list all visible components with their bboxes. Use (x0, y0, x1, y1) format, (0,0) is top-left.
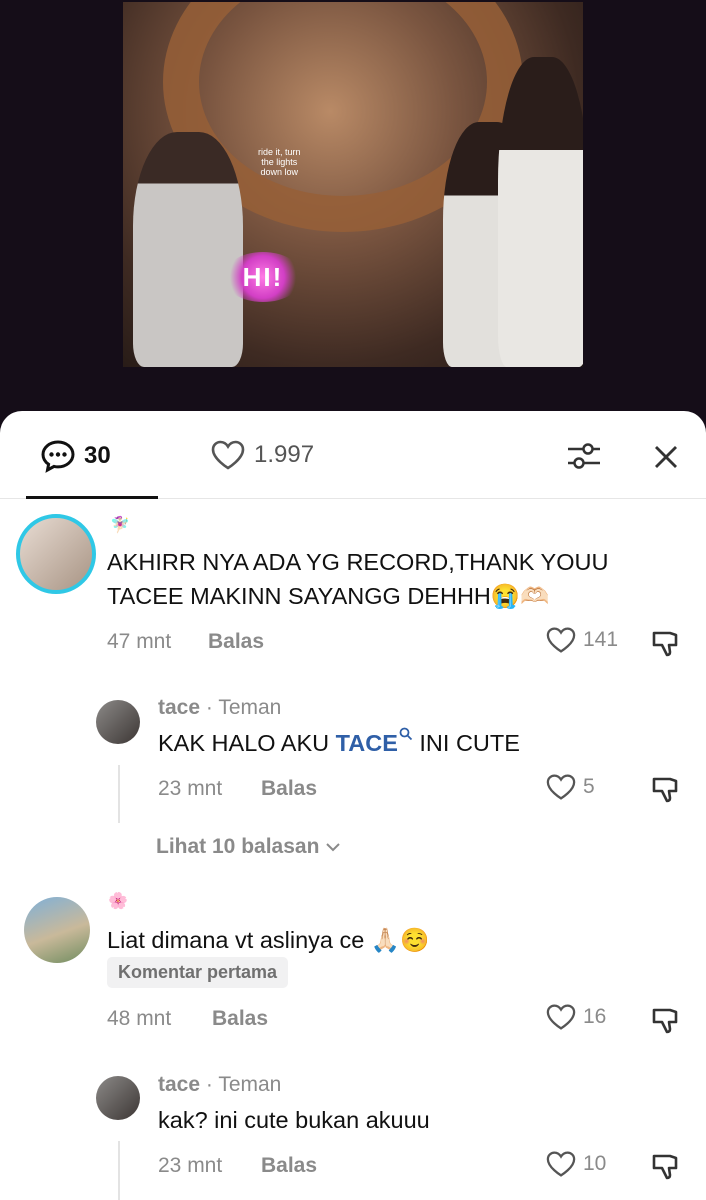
user-flair: 🧚🏻‍♀️ (110, 517, 130, 534)
sliders-icon (568, 443, 600, 469)
close-icon (655, 446, 677, 468)
thumbs-down-icon (652, 1154, 678, 1180)
tab-likes[interactable]: 1.997 (210, 439, 314, 471)
chevron-down-icon (326, 843, 340, 852)
video-person (498, 57, 583, 367)
heart-icon (546, 627, 576, 653)
tag-text: TACE (335, 730, 398, 756)
view-replies-button[interactable]: Lihat 10 balasan (156, 835, 341, 859)
first-comment-badge: Komentar pertama (107, 957, 289, 988)
lyric-line: ride it, turn (258, 147, 301, 157)
avatar[interactable] (16, 514, 96, 594)
comment-like-button[interactable]: 141 (545, 626, 618, 654)
dislike-button[interactable] (650, 1004, 682, 1041)
thumbs-down-icon (652, 777, 678, 803)
avatar[interactable] (96, 1076, 140, 1120)
comment-time: 48 mnt (107, 1007, 172, 1030)
reply-text: KAK HALO AKU TACE INI CUTE (158, 726, 520, 760)
user-flair: 🌸 (108, 893, 128, 910)
dislike-button[interactable] (650, 773, 682, 810)
author-name[interactable]: tace (158, 696, 200, 719)
filter-button[interactable] (566, 441, 602, 471)
thumbs-down-icon (652, 1008, 678, 1034)
dislike-button[interactable] (650, 1150, 682, 1187)
like-count: 5 (583, 775, 595, 798)
video-lyric: ride it, turn the lights down low (258, 147, 301, 177)
view-replies-label: Lihat 10 balasan (156, 835, 320, 858)
reply-text-before: KAK HALO AKU (158, 730, 336, 756)
reply-author: tace · Teman (158, 696, 281, 720)
author-relation: · Teman (205, 696, 282, 719)
video-frame[interactable]: ride it, turn the lights down low HI! (123, 2, 583, 367)
comment-text: Liat dimana vt aslinya ce 🙏🏻☺️ (107, 927, 430, 953)
like-count: 141 (583, 628, 619, 651)
comments-tabs: 30 1.997 (0, 411, 706, 499)
video-player[interactable]: ride it, turn the lights down low HI! (0, 0, 706, 430)
heart-icon (546, 774, 576, 800)
tab-comments[interactable]: 30 (40, 439, 111, 473)
reply-button[interactable]: Balas (212, 1007, 268, 1031)
comment-like-button[interactable]: 16 (545, 1003, 606, 1031)
thread-line (118, 1141, 120, 1200)
likes-count: 1.997 (254, 441, 315, 468)
comment-text-line: TACEE MAKINN SAYANGG DEHHH😭🫶🏻 (107, 583, 550, 609)
reply-time: 23 mnt (158, 1154, 223, 1177)
lyric-line: down low (260, 167, 299, 177)
avatar[interactable] (24, 897, 90, 963)
reply-time: 23 mnt (158, 777, 223, 800)
active-tab-indicator (26, 496, 158, 499)
like-count: 16 (583, 1005, 607, 1028)
reply-text: kak? ini cute bukan akuuu (158, 1107, 430, 1133)
like-count: 10 (583, 1152, 607, 1175)
author-relation: · Teman (205, 1073, 282, 1096)
comment-text: AKHIRR NYA ADA YG RECORD,THANK YOUU TACE… (107, 545, 608, 613)
comments-sheet: 30 1.997 🧚🏻‍♀️ AK (0, 411, 706, 1200)
search-tag-link[interactable]: TACE (335, 727, 413, 756)
hi-sticker: HI! (223, 252, 303, 302)
comment-text-line: AKHIRR NYA ADA YG RECORD,THANK YOUU (107, 549, 609, 575)
reply-button[interactable]: Balas (261, 777, 317, 801)
lyric-line: the lights (261, 157, 298, 167)
reply-author: tace · Teman (158, 1073, 281, 1097)
heart-icon (546, 1151, 576, 1177)
thread-line (118, 765, 120, 823)
dislike-button[interactable] (650, 627, 682, 664)
comments-count: 30 (84, 442, 111, 469)
avatar[interactable] (96, 700, 140, 744)
heart-icon (211, 440, 245, 470)
search-icon (399, 727, 413, 741)
thumbs-down-icon (652, 631, 678, 657)
reply-text-after: INI CUTE (412, 730, 520, 756)
comment-bubble-icon (41, 440, 75, 473)
reply-button[interactable]: Balas (261, 1154, 317, 1178)
heart-icon (546, 1004, 576, 1030)
reply-like-button[interactable]: 5 (545, 773, 595, 801)
reply-like-button[interactable]: 10 (545, 1150, 606, 1178)
author-name[interactable]: tace (158, 1073, 200, 1096)
close-button[interactable] (650, 441, 682, 473)
comment-time: 47 mnt (107, 630, 172, 653)
reply-button[interactable]: Balas (208, 630, 264, 654)
video-person (133, 132, 243, 367)
